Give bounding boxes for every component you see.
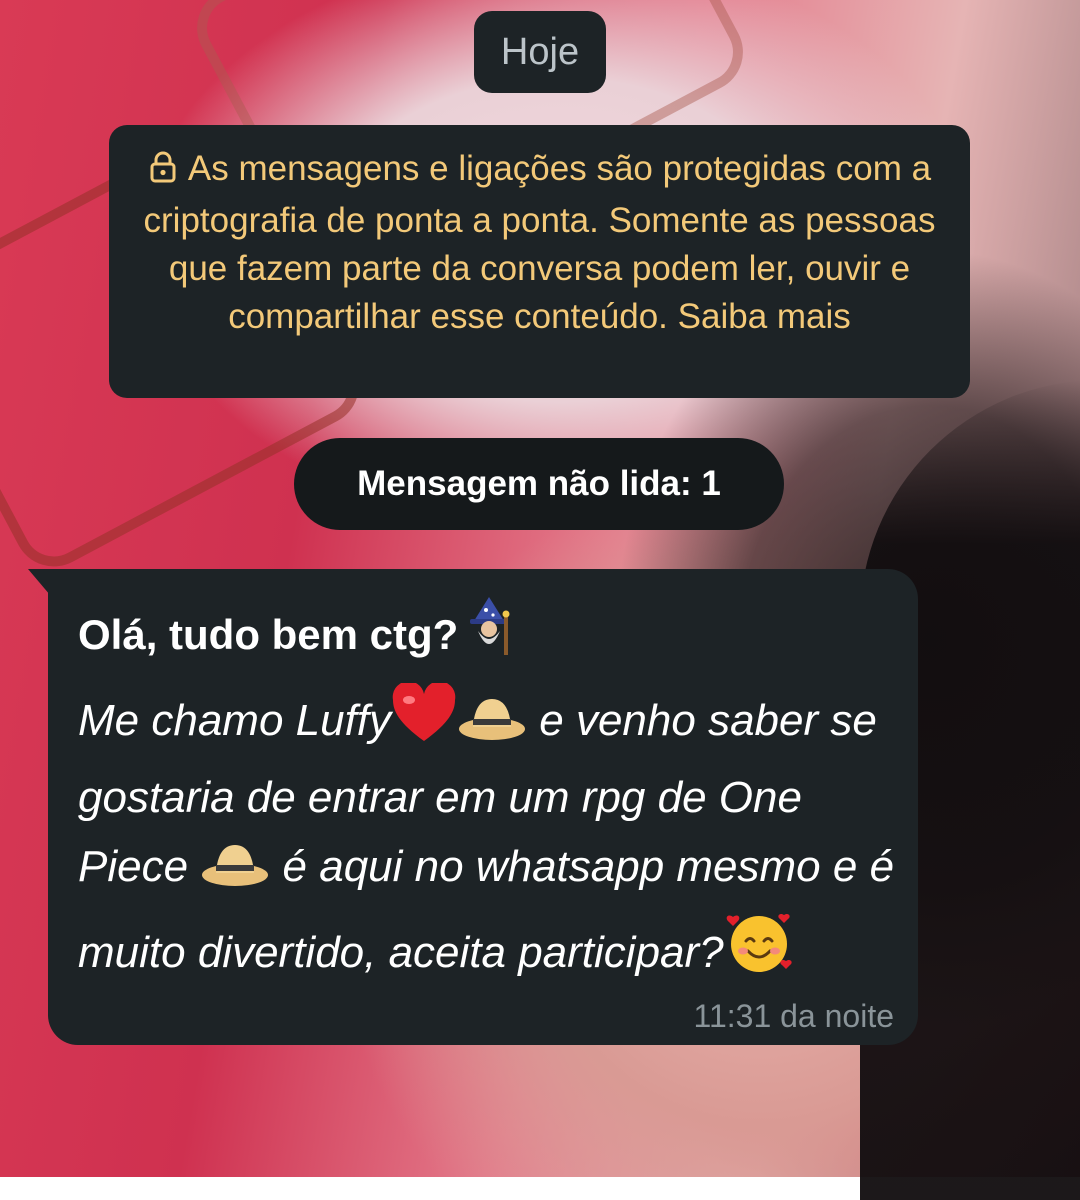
straw-hat-emoji — [200, 839, 270, 909]
smiling-face-with-hearts-emoji — [724, 909, 794, 995]
unread-messages-banner: Mensagem não lida: 1 — [294, 438, 784, 530]
message-text-part1: Me chamo Luffy — [78, 696, 392, 745]
mage-emoji — [458, 595, 520, 675]
message-body: Me chamo Luffy e venho saber se gostaria… — [78, 681, 898, 995]
message-title: Olá, tudo bem ctg? — [78, 595, 888, 675]
learn-more-link[interactable]: Saiba mais — [678, 297, 851, 336]
message-timestamp: 11:31 da noite — [693, 998, 894, 1034]
message-title-text: Olá, tudo bem ctg? — [78, 611, 459, 658]
lock-icon — [148, 149, 178, 197]
red-heart-emoji — [391, 681, 457, 763]
encryption-notice[interactable]: As mensagens e ligações são protegidas c… — [109, 125, 970, 398]
incoming-message-bubble[interactable]: Olá, tudo bem ctg? Me chamo Luffy e venh… — [28, 569, 918, 1045]
unread-messages-label: Mensagem não lida: 1 — [357, 464, 721, 503]
date-divider: Hoje — [474, 11, 606, 93]
bubble-tail — [28, 569, 50, 595]
straw-hat-emoji — [457, 693, 527, 763]
date-divider-label: Hoje — [500, 30, 580, 73]
